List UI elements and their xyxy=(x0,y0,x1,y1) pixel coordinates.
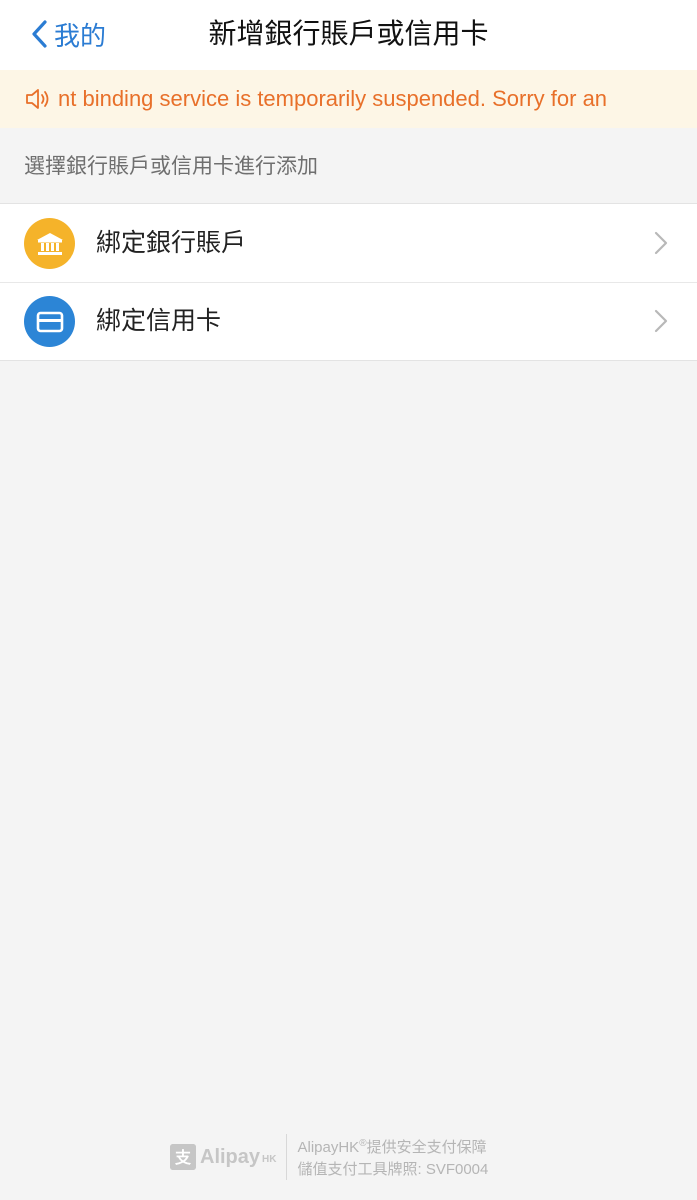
bind-credit-card-row[interactable]: 綁定信用卡 xyxy=(0,282,697,360)
section-hint: 選擇銀行賬戶或信用卡進行添加 xyxy=(24,154,318,178)
page-title: 新增銀行賬戶或信用卡 xyxy=(208,17,489,50)
chevron-right-icon xyxy=(654,231,668,255)
alipayhk-logo: 支 Alipay HK xyxy=(170,1144,276,1170)
svg-text:支: 支 xyxy=(174,1148,192,1167)
bind-bank-account-label: 綁定銀行賬戶 xyxy=(96,228,247,257)
chevron-right-icon xyxy=(654,309,668,333)
speaker-icon xyxy=(24,86,54,112)
notice-banner[interactable]: nt binding service is temporarily suspen… xyxy=(0,70,697,128)
logo-suffix: HK xyxy=(262,1153,277,1165)
binding-options-list: 綁定銀行賬戶 綁定信用卡 xyxy=(0,203,697,361)
nav-bar: 我的 新增銀行賬戶或信用卡 xyxy=(0,0,697,70)
footer-line-1: AlipayHK®提供安全支付保障 xyxy=(297,1133,488,1159)
notice-text: nt binding service is temporarily suspen… xyxy=(58,86,608,111)
footer-divider xyxy=(286,1134,288,1180)
footer-security-text: 提供安全支付保障 xyxy=(366,1139,487,1156)
footer-text: AlipayHK®提供安全支付保障 儲值支付工具牌照: SVF0004 xyxy=(297,1133,488,1181)
credit-card-icon xyxy=(24,296,75,347)
footer-line-2: 儲值支付工具牌照: SVF0004 xyxy=(297,1161,489,1178)
footer: 支 Alipay HK AlipayHK®提供安全支付保障 儲值支付工具牌照: … xyxy=(170,1132,488,1182)
bank-icon xyxy=(24,218,75,269)
alipay-logo-icon: 支 xyxy=(170,1144,196,1170)
bind-bank-account-row[interactable]: 綁定銀行賬戶 xyxy=(0,204,697,282)
bind-credit-card-label: 綁定信用卡 xyxy=(96,306,222,335)
footer-brand: AlipayHK xyxy=(297,1139,360,1156)
registered-mark: ® xyxy=(359,1138,367,1149)
logo-name: Alipay xyxy=(200,1145,261,1168)
